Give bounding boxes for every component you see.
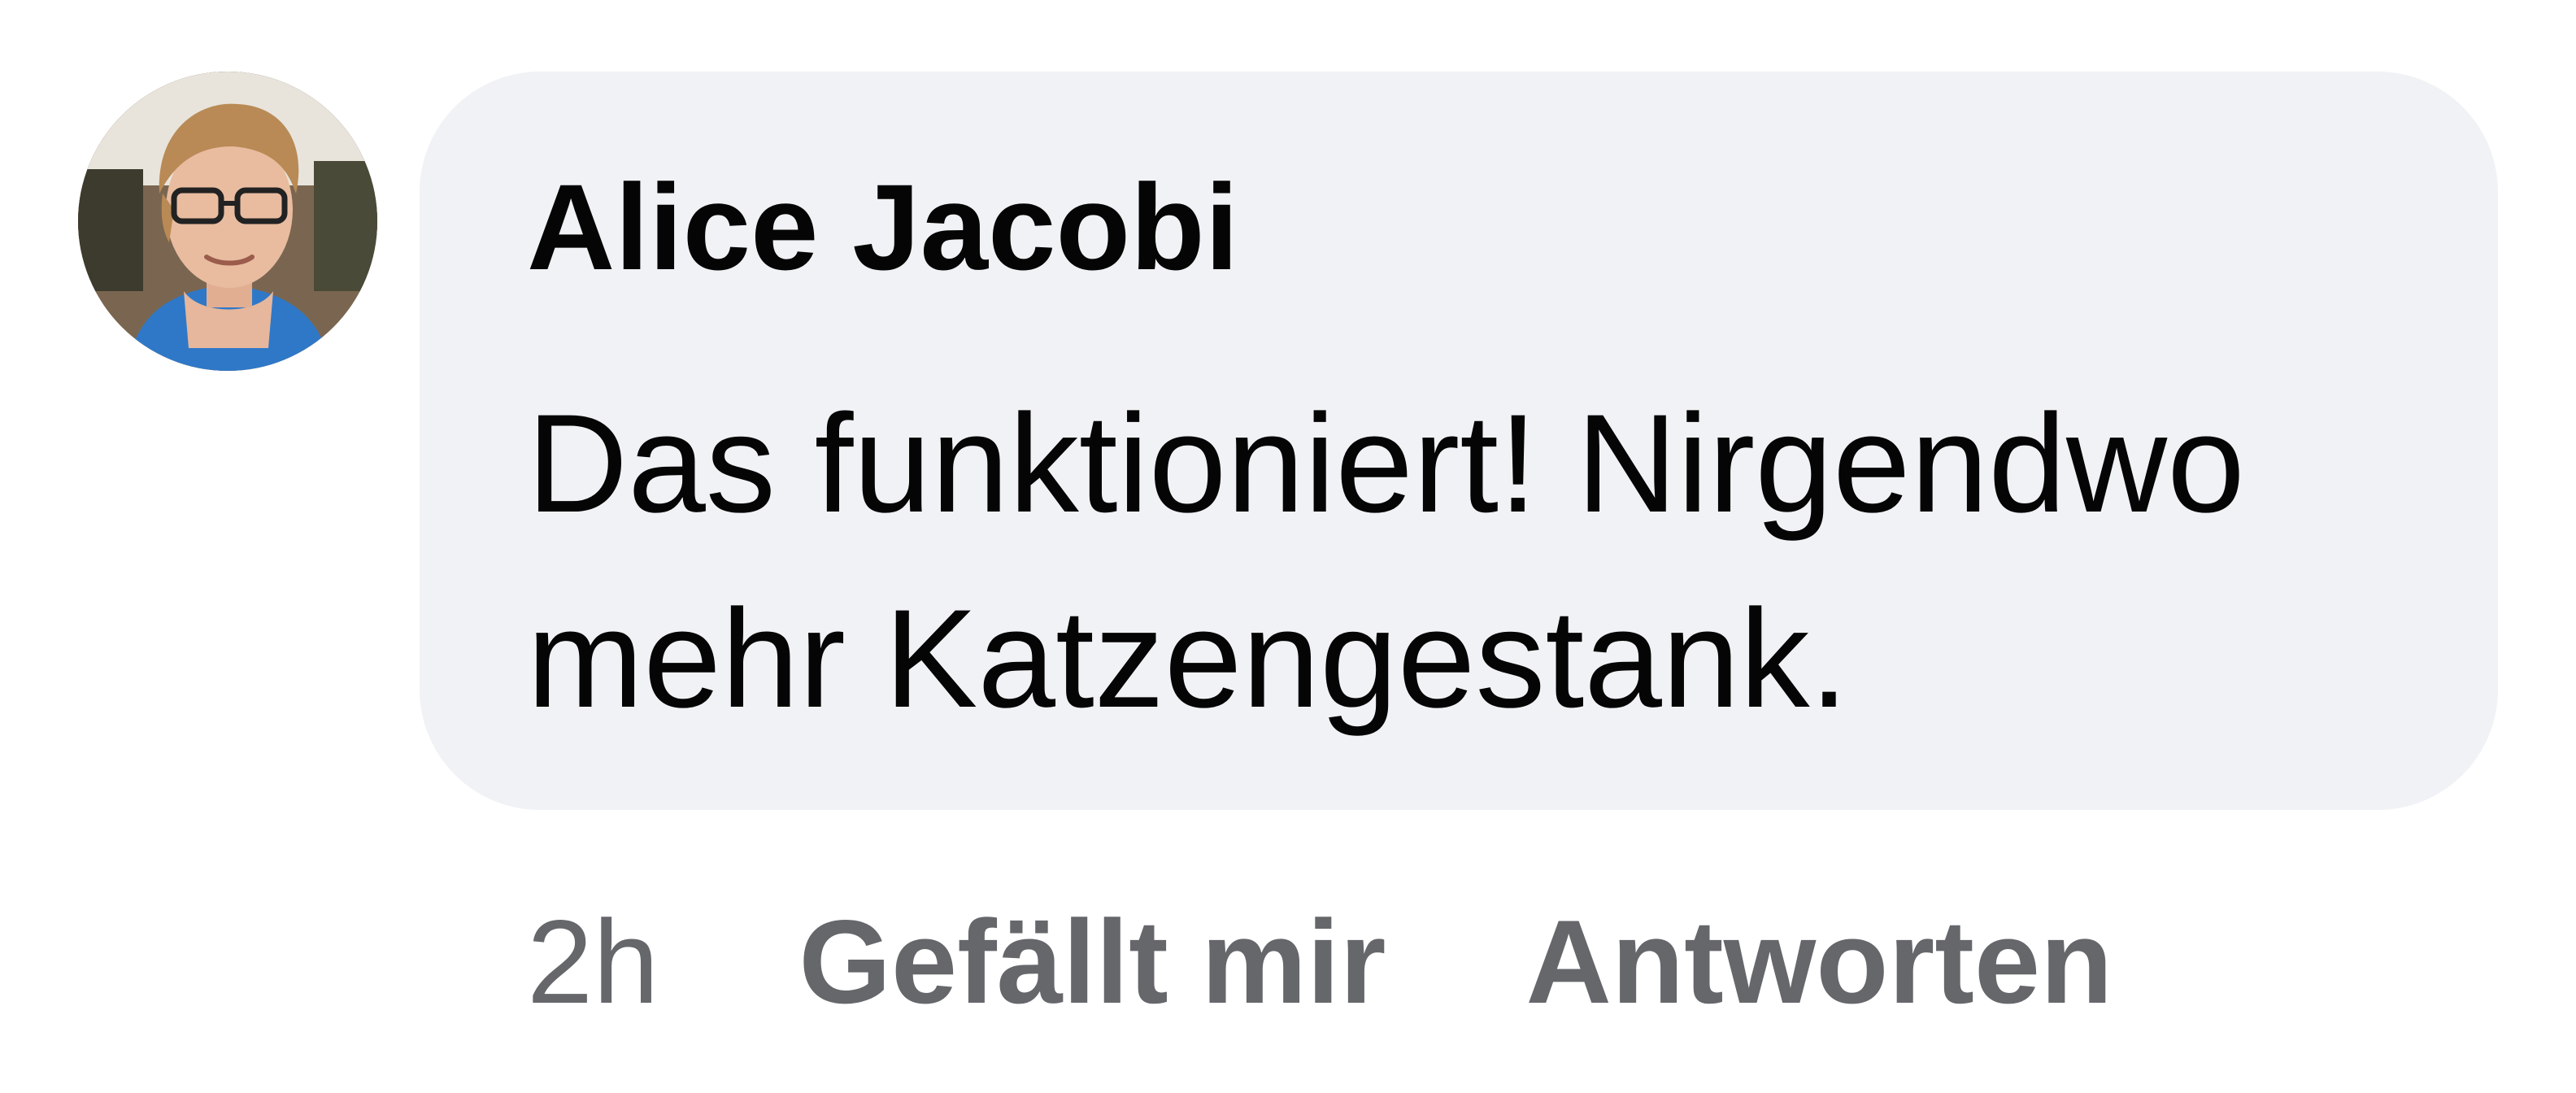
comment: Alice Jacobi Das funktioniert! Nirgendwo… — [0, 0, 2576, 1093]
comment-bubble: Alice Jacobi Das funktioniert! Nirgendwo… — [420, 72, 2498, 810]
comment-author[interactable]: Alice Jacobi — [527, 166, 1238, 288]
profile-photo-icon — [78, 72, 377, 371]
comment-text: Das funktioniert! Nirgendwo mehr Katzeng… — [527, 385, 2245, 737]
reply-button[interactable]: Antworten — [1526, 903, 2113, 1021]
comment-actions: 2h Gefällt mir Antworten — [527, 901, 2113, 1023]
like-button[interactable]: Gefällt mir — [798, 903, 1386, 1021]
avatar[interactable] — [78, 72, 377, 371]
comment-timestamp[interactable]: 2h — [527, 903, 659, 1021]
